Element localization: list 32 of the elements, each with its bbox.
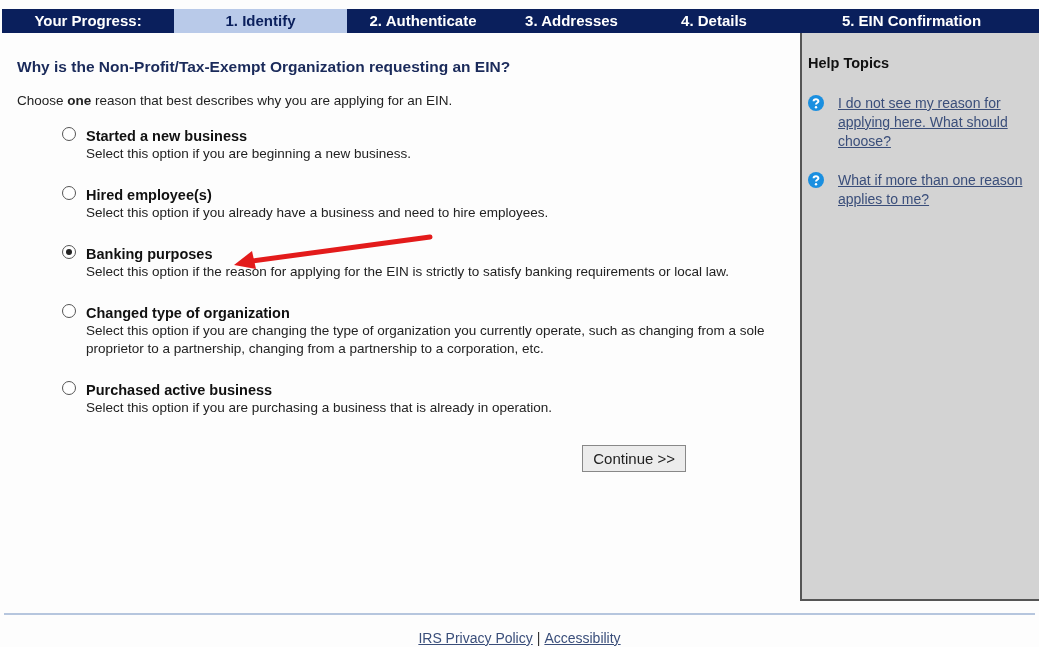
help-link[interactable]: I do not see my reason for applying here. What should choose? — [838, 93, 1038, 151]
radio-button[interactable] — [62, 127, 76, 142]
progress-step: 4. Details — [644, 9, 784, 33]
option-description: Select this option if you are purchasing a business that is already in operation. — [86, 399, 554, 418]
help-icon — [808, 171, 824, 188]
radio-button[interactable] — [62, 186, 76, 201]
option-description: Select this option if you are beginning a new business. — [86, 145, 412, 164]
progress-step: 1. Identify — [174, 9, 347, 33]
option-title: Purchased active business — [86, 381, 274, 400]
radio-button[interactable] — [62, 304, 76, 319]
progress-step: 2. Authenticate — [347, 9, 499, 33]
progress-step: 3. Addresses — [499, 9, 644, 33]
option-title: Banking purposes — [86, 245, 214, 264]
help-link[interactable]: What if more than one reason applies to me? — [838, 170, 1038, 209]
footer-link[interactable]: Accessibility — [544, 628, 621, 647]
radio-button[interactable] — [62, 381, 76, 396]
progress-label: Your Progress: — [33, 10, 143, 31]
footer-link[interactable]: IRS Privacy Policy — [418, 628, 533, 647]
option-title: Hired employee(s) — [86, 186, 213, 205]
question-heading: Why is the Non-Profit/Tax-Exempt Organization requesting an EIN? — [17, 57, 512, 77]
continue-button[interactable]: Continue >> — [582, 445, 686, 473]
help-title: Help Topics — [808, 54, 891, 73]
option-description: Select this option if you are changing the type of organization you currently operate, such as changing from a sole proprietor to a partnership, changing from a partnership to a corporation, etc. — [86, 322, 766, 359]
option-description: Select this option if the reason for applying for the EIN is strictly to satisfy banking requirements or local law. — [86, 263, 731, 282]
help-icon — [808, 94, 824, 111]
progress-step: 5. EIN Confirmation — [784, 9, 1039, 33]
option-title: Started a new business — [86, 127, 249, 146]
option-title: Changed type of organization — [86, 304, 291, 323]
option-description: Select this option if you already have a business and need to hire employees. — [86, 204, 550, 223]
separator-text: | — [536, 629, 541, 647]
instruction-text: Choose one reason that best describes why you are applying for an EIN. — [17, 92, 454, 110]
radio-button[interactable] — [62, 245, 76, 260]
